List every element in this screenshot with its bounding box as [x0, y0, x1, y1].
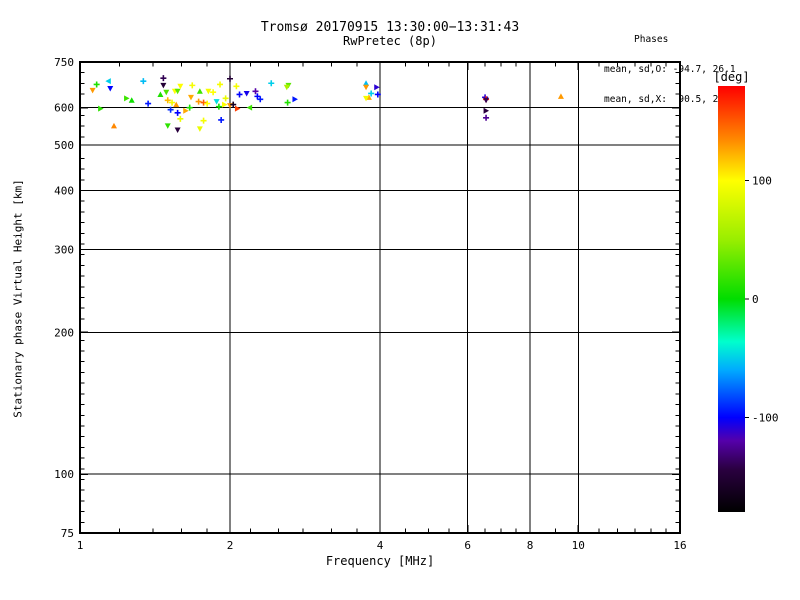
- chart-svg: 1 2 4 6 8 10 16 750 600 500 400 300 200 100 75 [deg] 100…: [54, 56, 779, 552]
- scatter-point: [236, 91, 243, 98]
- scatter-point: [483, 114, 490, 121]
- scatter-point: [157, 91, 164, 97]
- scatter-point: [227, 75, 233, 82]
- scatter-point: [140, 78, 147, 85]
- y-tick-label: 500: [54, 139, 74, 152]
- y-tick-label: 300: [54, 243, 74, 256]
- scatter-point: [174, 109, 181, 116]
- x-tick-label: 16: [673, 539, 686, 552]
- colorbar-label: [deg]: [713, 70, 749, 84]
- scatter-point: [292, 96, 298, 103]
- scatter-point: [164, 123, 171, 129]
- x-tick-label: 8: [527, 539, 534, 552]
- scatter-point: [105, 78, 111, 85]
- scatter-point: [268, 80, 275, 87]
- scatter-point: [483, 107, 490, 114]
- scatter-point: [217, 81, 224, 88]
- scatter-point: [160, 82, 167, 89]
- y-tick-label: 400: [54, 185, 74, 198]
- scatter-point: [233, 83, 240, 90]
- scatter-point: [186, 104, 193, 111]
- scatter-point: [200, 117, 207, 124]
- scatter-point: [222, 101, 228, 108]
- y-tick-label: 750: [54, 56, 74, 69]
- scatter-point: [110, 122, 117, 129]
- colorbar: [718, 86, 745, 512]
- y-tick-label: 200: [54, 326, 74, 339]
- colorbar-tick-label: 100: [752, 175, 772, 188]
- scatter-point: [160, 75, 167, 82]
- ionogram-page: Tromsø 20170915 13:30:00−13:31:43 RwPret…: [0, 0, 800, 600]
- scatter-point: [145, 100, 152, 107]
- scatter-point: [98, 105, 104, 112]
- scatter-point: [187, 94, 194, 101]
- scatter-point: [363, 84, 370, 91]
- x-tick-label: 10: [572, 539, 585, 552]
- scatter-point: [483, 97, 490, 104]
- scatter-point: [557, 93, 564, 99]
- scatter-point: [215, 103, 222, 110]
- y-tick-label: 75: [61, 527, 74, 540]
- scatter-point: [195, 98, 202, 105]
- scatter-point: [374, 84, 380, 91]
- x-tick-label: 6: [464, 539, 471, 552]
- scatter-point: [234, 105, 241, 112]
- x-tick-label: 1: [77, 539, 84, 552]
- scatter-point: [189, 82, 196, 89]
- colorbar-tick-label: 0: [752, 293, 759, 306]
- scatter-point: [222, 95, 229, 102]
- y-tick-label: 100: [54, 468, 74, 481]
- scatter-point: [163, 89, 170, 96]
- scatter-point: [210, 89, 217, 96]
- scatter-point: [200, 99, 207, 106]
- scatter-point: [128, 97, 135, 103]
- scatter-point: [196, 88, 203, 94]
- scatter-point: [177, 115, 184, 122]
- colorbar-tick-label: -100: [752, 411, 779, 424]
- scatter-point: [174, 127, 181, 133]
- scatter-point: [218, 116, 225, 123]
- y-tick-label: 600: [54, 102, 74, 115]
- scatter-point: [107, 85, 114, 92]
- scatter-point: [124, 95, 130, 102]
- scatter-point: [246, 104, 253, 111]
- scatter-point: [177, 83, 184, 90]
- scatter-point: [89, 87, 96, 94]
- x-tick-label: 2: [227, 539, 234, 552]
- x-tick-label: 4: [377, 539, 384, 552]
- scatter-point: [204, 100, 211, 107]
- scatter-point: [183, 107, 189, 114]
- scatter-point: [93, 81, 100, 88]
- scatter-point: [243, 90, 250, 97]
- scatter-point: [284, 99, 291, 106]
- scatter-point: [196, 126, 203, 132]
